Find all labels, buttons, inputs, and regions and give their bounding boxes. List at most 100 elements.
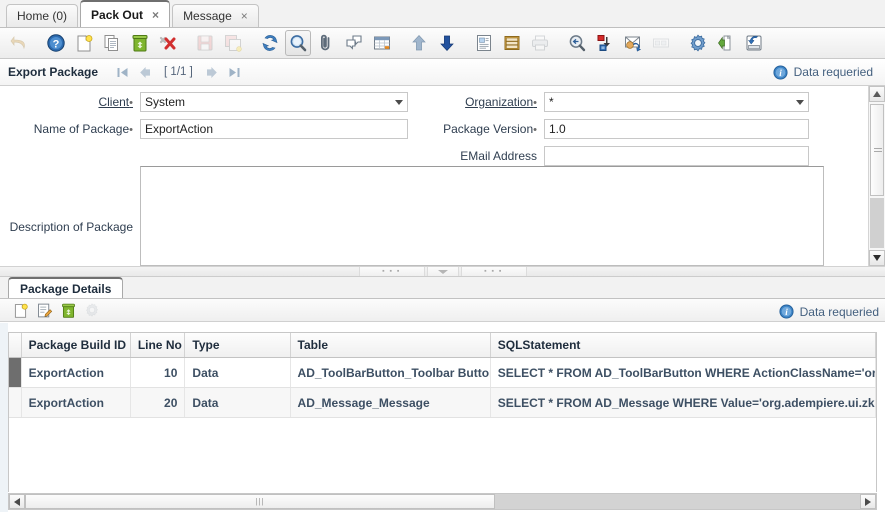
find-button[interactable] <box>285 30 311 56</box>
archive-button[interactable] <box>499 30 525 56</box>
panel-splitter[interactable]: ▪ ▪ ▪ ▪ ▪ ▪ <box>0 266 885 277</box>
column-header-sqlstatement[interactable]: SQLStatement <box>490 333 876 358</box>
detail-edit-record-button[interactable] <box>33 300 55 321</box>
undo-button[interactable] <box>6 30 32 56</box>
package-details-table-container: Package Build ID Line No Type Table SQLS… <box>8 332 877 492</box>
new-record-icon <box>14 303 28 318</box>
print-icon <box>532 35 548 51</box>
table-row[interactable]: ExportAction 20 Data AD_Message_Message … <box>9 387 876 418</box>
organization-label[interactable]: Organization• <box>424 95 544 109</box>
exit-button[interactable] <box>741 30 767 56</box>
collapse-down-icon <box>437 269 448 274</box>
new-record-button[interactable] <box>71 30 97 56</box>
organization-combo[interactable]: * <box>544 92 809 112</box>
process-icon <box>86 303 98 317</box>
cell-table: AD_ToolBarButton_Toolbar Button <box>290 357 491 388</box>
preference-button[interactable] <box>685 30 711 56</box>
refresh-button[interactable] <box>257 30 283 56</box>
column-header-type[interactable]: Type <box>184 333 291 358</box>
detail-process-button[interactable] <box>81 300 103 321</box>
table-horizontal-scrollbar[interactable]: ||| <box>8 493 877 510</box>
table-scroll-track[interactable] <box>495 493 860 510</box>
close-icon[interactable]: × <box>241 10 248 22</box>
organization-value: * <box>549 95 554 109</box>
detail-record-button[interactable] <box>434 30 460 56</box>
tab-pack-out[interactable]: Pack Out × <box>80 0 171 27</box>
scroll-up-button[interactable] <box>869 86 885 102</box>
delete-selection-button[interactable] <box>155 30 181 56</box>
info-icon: i <box>773 64 788 80</box>
splitter-right-grip[interactable]: ▪ ▪ ▪ <box>460 267 527 276</box>
parent-record-button[interactable] <box>406 30 432 56</box>
client-label[interactable]: Client• <box>0 95 140 109</box>
description-of-package-label: Description of Package <box>0 166 140 234</box>
scroll-thumb-grip <box>874 146 882 154</box>
scroll-left-button[interactable] <box>9 494 25 509</box>
field-row-email-address: EMail Address <box>424 146 844 166</box>
table-header-row: Package Build ID Line No Type Table SQLS… <box>9 333 876 358</box>
save-button[interactable] <box>192 30 218 56</box>
email-address-label-text: EMail Address <box>460 149 537 163</box>
zoom-across-button[interactable] <box>564 30 590 56</box>
previous-record-button[interactable] <box>135 62 155 82</box>
detail-delete-record-button[interactable] <box>57 300 79 321</box>
grid-toggle-button[interactable] <box>369 30 395 56</box>
tab-home-label: Home (0) <box>17 9 68 23</box>
column-header-table[interactable]: Table <box>290 333 491 358</box>
scroll-down-button[interactable] <box>869 250 885 266</box>
product-info-button[interactable] <box>648 30 674 56</box>
print-button[interactable] <box>527 30 553 56</box>
delete-record-button[interactable] <box>127 30 153 56</box>
form-panel: Client• System Organization• * Name of P… <box>0 86 885 266</box>
name-of-package-label-text: Name of Package <box>33 122 130 136</box>
package-details-table: Package Build ID Line No Type Table SQLS… <box>9 333 876 418</box>
find-icon <box>290 35 307 52</box>
table-row[interactable]: ExportAction 10 Data AD_ToolBarButton_To… <box>9 357 876 388</box>
request-button[interactable] <box>620 30 646 56</box>
help-button[interactable]: ? <box>43 30 69 56</box>
table-scroll-thumb[interactable]: ||| <box>25 494 495 509</box>
chat-button[interactable] <box>341 30 367 56</box>
chat-icon <box>346 35 362 50</box>
package-version-label: Package Version• <box>424 122 544 136</box>
record-navigation: [ 1/1 ] <box>112 62 245 82</box>
tab-home[interactable]: Home (0) <box>6 4 79 27</box>
name-of-package-input[interactable] <box>140 119 408 139</box>
last-record-button[interactable] <box>225 62 245 82</box>
first-record-button[interactable] <box>112 62 132 82</box>
form-scroll-track[interactable] <box>870 198 884 248</box>
scroll-right-button[interactable] <box>860 494 876 509</box>
cell-line-no: 10 <box>130 357 186 388</box>
active-workflow-button[interactable] <box>592 30 618 56</box>
scroll-right-icon <box>865 497 871 506</box>
column-header-line-no[interactable]: Line No <box>130 333 186 358</box>
attachment-button[interactable] <box>313 30 339 56</box>
detail-status: i Data requeried <box>779 300 879 323</box>
tab-message[interactable]: Message × <box>172 4 259 27</box>
detail-record-icon <box>440 35 454 52</box>
form-vertical-scrollbar[interactable] <box>868 86 885 266</box>
close-icon[interactable]: × <box>152 9 159 21</box>
client-combo[interactable]: System <box>140 92 408 112</box>
description-of-package-textarea[interactable] <box>140 166 824 266</box>
export-icon <box>718 35 731 51</box>
next-record-button[interactable] <box>202 62 222 82</box>
column-header-package-build-id[interactable]: Package Build ID <box>21 333 131 358</box>
scroll-left-icon <box>14 497 20 506</box>
splitter-collapse-button[interactable] <box>426 267 459 276</box>
email-address-input[interactable] <box>544 146 809 166</box>
splitter-left-grip[interactable]: ▪ ▪ ▪ <box>358 267 425 276</box>
form-scroll-thumb[interactable] <box>870 104 884 196</box>
report-button[interactable] <box>471 30 497 56</box>
export-button[interactable] <box>713 30 739 56</box>
organization-label-text: Organization <box>465 95 534 109</box>
tab-package-details[interactable]: Package Details <box>8 277 124 298</box>
copy-record-button[interactable] <box>99 30 125 56</box>
save-create-new-button[interactable] <box>220 30 246 56</box>
main-toolbar: ? <box>0 28 885 59</box>
field-row-description-of-package: Description of Package <box>0 166 840 266</box>
detail-new-record-button[interactable] <box>9 300 31 321</box>
package-version-required-mark: • <box>533 124 537 136</box>
chevron-down-icon <box>395 99 403 105</box>
package-version-input[interactable] <box>544 119 809 139</box>
